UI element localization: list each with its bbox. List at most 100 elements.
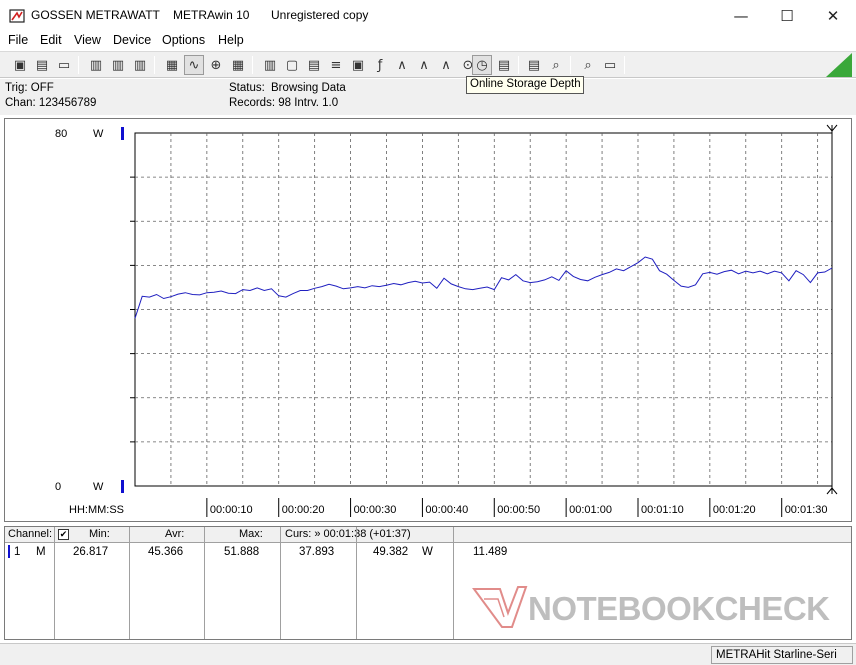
header-min: Min: (89, 528, 110, 540)
menu-device[interactable]: Device (113, 33, 151, 47)
watermark-text: NOTEBOOKCHECK (528, 590, 830, 627)
menu-file[interactable]: File (8, 33, 28, 47)
app-logo-icon (9, 9, 25, 23)
print-icon-glyph: ▤ (307, 57, 321, 73)
wave-icon-glyph: ∧ (419, 57, 429, 73)
toolbar-separator (78, 56, 79, 74)
channel-list: Chan: 123456789 (5, 97, 97, 109)
toolbar-separator (624, 56, 625, 74)
row-avr-value: 45.366 (148, 546, 184, 558)
row-cursor-a-value: 37.893 (299, 546, 335, 558)
clock-icon-glyph: ◷ (476, 57, 488, 73)
clock-icon[interactable]: ◷ (472, 55, 492, 75)
row-channel-number: 1 (14, 546, 21, 558)
power-chart[interactable]: 80 W 0 W HH:MM:SS 00:00:10 00:00:20 00:00:30 00:… (5, 119, 851, 521)
window-icon[interactable]: ▢ (282, 55, 302, 75)
window-title-license: Unregistered copy (271, 8, 369, 22)
crosshair-icon-glyph: ⊕ (210, 57, 222, 73)
save-icon[interactable]: ▤ (32, 55, 52, 75)
row-max-value: 51.888 (224, 546, 260, 558)
keyboard-icon[interactable]: ▦ (162, 55, 182, 75)
status-label: Status: (229, 82, 265, 94)
header-channel: Channel: (8, 528, 53, 540)
zoom-icon-glyph: ⌕ (584, 57, 592, 73)
crosshair-icon[interactable]: ⊕ (206, 55, 226, 75)
menu-options[interactable]: Options (162, 33, 205, 47)
maximize-button[interactable]: ☐ (764, 0, 810, 31)
graph-icon[interactable]: ∿ (184, 55, 204, 75)
list-icon[interactable]: ≡ (326, 55, 346, 75)
x-tick-label: 00:00:10 (210, 504, 253, 516)
graph-icon-glyph: ∿ (188, 57, 200, 73)
x-tick-label: 00:00:30 (354, 504, 397, 516)
print-icon[interactable]: ▤ (304, 55, 324, 75)
column-divider (453, 527, 454, 639)
table-icon[interactable]: ▦ (228, 55, 248, 75)
printer-icon[interactable]: ▤ (524, 55, 544, 75)
toolbar-separator (570, 56, 571, 74)
window-title-app: METRAwin 10 (173, 8, 250, 22)
status-value: Browsing Data (271, 82, 346, 94)
close-button[interactable]: ✕ (810, 0, 856, 31)
x-tick-label: 00:01:30 (785, 504, 828, 516)
chart-icon[interactable]: ▥ (260, 55, 280, 75)
x-tick-label: 00:00:50 (497, 504, 540, 516)
signal-icon[interactable]: ƒ (370, 55, 390, 75)
menu-edit[interactable]: Edit (40, 33, 62, 47)
header-cursor: Curs: » 00:01:38 (+01:37) (285, 528, 411, 540)
signal-icon-glyph: ƒ (377, 57, 383, 73)
computer-icon[interactable]: ▣ (348, 55, 368, 75)
x-tick-label: 00:01:10 (641, 504, 684, 516)
wave-icon[interactable]: ∧ (392, 55, 412, 75)
x-tick-label: 00:00:40 (425, 504, 468, 516)
y-axis-top-label: 80 (55, 128, 67, 140)
toolbar-separator (252, 56, 253, 74)
device-icon-glyph: ▥ (133, 57, 147, 73)
device-icon[interactable]: ▥ (108, 55, 128, 75)
x-tick-label: 00:01:20 (713, 504, 756, 516)
chart-panel[interactable]: 80 W 0 W HH:MM:SS 00:00:10 00:00:20 00:00:30 00:… (4, 118, 852, 522)
zoom-icon[interactable]: ⌕ (578, 55, 598, 75)
row-channel-unit: M (36, 546, 46, 558)
device-icon-glyph: ▥ (111, 57, 125, 73)
row-cursor-b-value: 49.382 (373, 546, 409, 558)
message-icon-glyph: ▭ (603, 57, 617, 73)
device-icon[interactable]: ▥ (86, 55, 106, 75)
status-bar: METRAHit Starline-Seri (0, 643, 856, 665)
wave-icon[interactable]: ∧ (436, 55, 456, 75)
y-axis-bottom-label: 0 (55, 481, 61, 493)
message-icon[interactable]: ▭ (600, 55, 620, 75)
header-max: Max: (239, 528, 263, 540)
title-bar: GOSSEN METRAWATT METRAwin 10 Unregistere… (0, 0, 856, 31)
zoom-icon[interactable]: ⌕ (546, 55, 566, 75)
trigger-status: Trig: OFF (5, 82, 54, 94)
open-icon[interactable]: ▣ (10, 55, 30, 75)
menu-bar: File Edit View Device Options Help (0, 31, 856, 51)
records-info: Records: 98 Intrv. 1.0 (229, 97, 339, 109)
menu-view[interactable]: View (74, 33, 101, 47)
channel-checkbox[interactable]: ✔ (58, 529, 69, 540)
wave-icon[interactable]: ∧ (414, 55, 434, 75)
device-icon-glyph: ▥ (89, 57, 103, 73)
row-unit: W (422, 546, 433, 558)
x-axis-label: HH:MM:SS (69, 504, 124, 516)
x-tick-label: 00:01:00 (569, 504, 612, 516)
list-icon-glyph: ≡ (330, 57, 342, 73)
signal-strength-icon (826, 53, 852, 77)
row-difference-value: 11.489 (473, 546, 508, 558)
device-icon[interactable]: ▥ (130, 55, 150, 75)
column-divider (204, 527, 205, 639)
notebookcheck-watermark: NOTEBOOKCHECK (472, 586, 831, 628)
column-divider (54, 527, 55, 639)
folder-icon-glyph: ▭ (57, 57, 71, 73)
toolbar-separator (154, 56, 155, 74)
printer-icon[interactable]: ▤ (494, 55, 514, 75)
wave-icon-glyph: ∧ (441, 57, 451, 73)
printer-icon-glyph: ▤ (527, 57, 541, 73)
minimize-button[interactable]: — (718, 0, 764, 31)
keyboard-icon-glyph: ▦ (165, 57, 179, 73)
window-title-vendor: GOSSEN METRAWATT (31, 8, 160, 22)
menu-help[interactable]: Help (218, 33, 244, 47)
folder-icon[interactable]: ▭ (54, 55, 74, 75)
window-icon-glyph: ▢ (285, 57, 299, 73)
